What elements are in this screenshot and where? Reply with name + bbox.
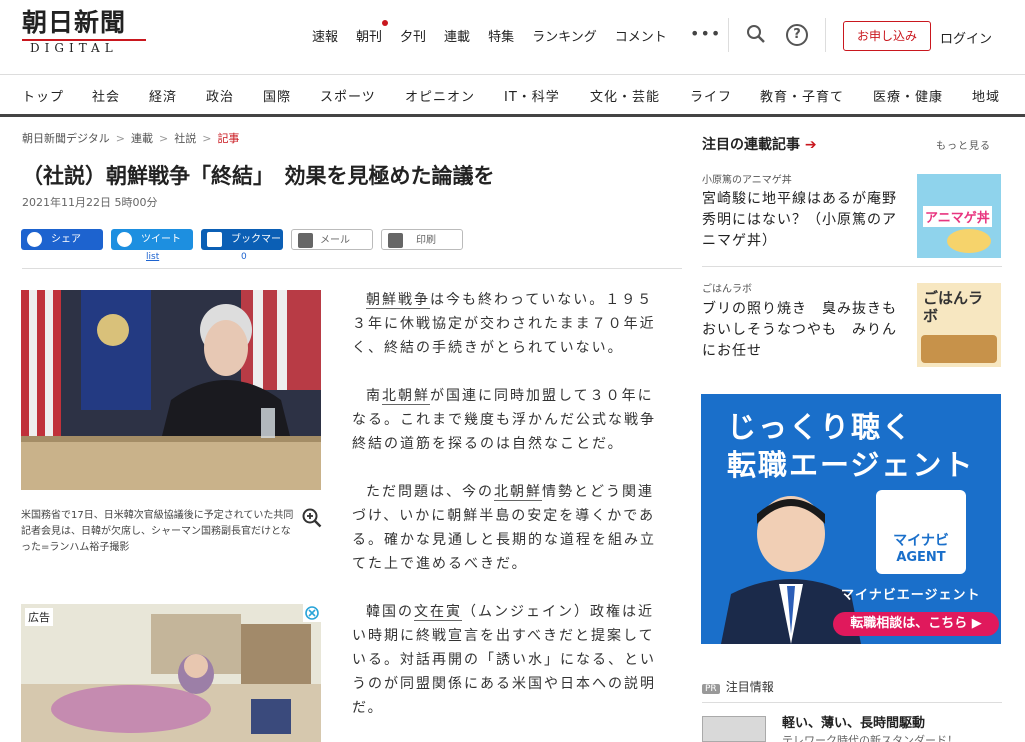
nav-features[interactable]: 特集	[488, 26, 514, 45]
cat-life[interactable]: ライフ	[690, 86, 732, 105]
facebook-icon	[27, 232, 42, 247]
category-nav: トップ 社会 経済 政治 国際 スポーツ オピニオン IT・科学 文化・芸能 ラ…	[0, 74, 1025, 117]
article-body: 朝鮮戦争は今も終わっていない。１９５３年に休戦協定が交わされたまま７０年近く、終…	[352, 288, 657, 742]
arrow-right-icon: ➔	[804, 137, 817, 153]
right-ad[interactable]: じっくり聴く 転職エージェント マイナビ AGENT マイナビエージェント 転職…	[701, 394, 1001, 644]
cat-society[interactable]: 社会	[92, 86, 120, 105]
thumb-art	[921, 335, 997, 363]
crumb-editorial[interactable]: 社説	[174, 132, 196, 145]
series-label: 小原篤のアニマゲ丼	[702, 175, 792, 186]
facebook-share-button[interactable]: シェア	[21, 229, 103, 250]
series-label: ごはんラボ	[702, 284, 752, 295]
photo-caption: 米国務省で17日、日米韓次官級協議後に予定されていた共同記者会見は、日韓が欠席し…	[21, 510, 294, 553]
article-paragraph: 韓国の文在寅（ムンジェイン）政権は近い時期に終戦宣言を出すべきだと提案している。…	[352, 604, 656, 716]
photo-illustration	[21, 290, 321, 490]
cat-politics[interactable]: 政治	[206, 86, 234, 105]
article-paragraph: 朝鮮戦争は今も終わっていない。１９５３年に休戦協定が交わされたまま７０年近く、終…	[352, 292, 656, 356]
hatena-bookmark-button[interactable]: ブックマーク	[201, 229, 283, 266]
crumb-series[interactable]: 連載	[131, 132, 153, 145]
cat-local[interactable]: 地域	[972, 86, 1000, 105]
site-header: 朝日新聞 DIGITAL 速報 朝刊 夕刊 連載 特集 ランキング コメント •…	[0, 0, 1025, 74]
thumb-art	[947, 229, 991, 253]
series-thumb[interactable]: アニマゲ丼	[917, 174, 1001, 258]
divider	[825, 18, 826, 52]
login-link[interactable]: ログイン	[940, 28, 992, 47]
series-item-title[interactable]: ブリの照り焼き 臭み抜きもおいしそうなつやも みりんにお任せ	[702, 299, 907, 362]
twitter-share-button[interactable]: ツイート	[111, 229, 193, 250]
series-thumb[interactable]: ごはんラボ	[917, 283, 1001, 367]
ad-cta-button[interactable]: 転職相談は、こちら ▶	[833, 612, 999, 636]
pr-thumb[interactable]	[702, 716, 766, 742]
breadcrumb: 朝日新聞デジタル > 連載 > 社説 > 記事	[22, 132, 240, 145]
article-date: 2021年11月22日 5時00分	[22, 196, 158, 209]
ad-illustration	[21, 604, 321, 742]
adchoices-icon[interactable]	[303, 604, 321, 622]
search-icon[interactable]	[746, 24, 766, 44]
pr-subtitle: テレワーク時代の新スタンダード！	[782, 734, 958, 742]
cat-it-science[interactable]: IT・科学	[504, 86, 560, 105]
twitter-count[interactable]: list	[146, 252, 159, 262]
print-button[interactable]: 印刷	[381, 229, 463, 250]
article-photo[interactable]	[21, 290, 321, 490]
term-link[interactable]: 朝鮮戦争	[366, 292, 430, 309]
article-paragraph: ただ問題は、今の北朝鮮情勢とどう関連づけ、いかに朝鮮半島の安定を導くかである。確…	[352, 484, 656, 572]
nav-series[interactable]: 連載	[444, 26, 470, 45]
divider	[702, 266, 1002, 267]
divider	[728, 18, 729, 52]
crumb-current: 記事	[217, 132, 240, 145]
nav-ranking[interactable]: ランキング	[532, 26, 597, 45]
nav-comments[interactable]: コメント	[615, 26, 667, 45]
cat-opinion[interactable]: オピニオン	[405, 86, 475, 105]
help-icon[interactable]: ?	[786, 24, 808, 46]
article-paragraph: 南北朝鮮が国連に同時加盟して３０年になる。これまで幾度も浮かんだ公式な戦争終結の…	[352, 388, 656, 452]
cat-economy[interactable]: 経済	[149, 86, 177, 105]
mail-icon	[298, 233, 313, 248]
left-ad[interactable]: 広告	[21, 604, 321, 742]
cat-international[interactable]: 国際	[263, 86, 291, 105]
cat-health[interactable]: 医療・健康	[873, 86, 943, 105]
new-dot-icon	[382, 20, 389, 26]
article-title: （社説）朝鮮戦争「終結」 効果を見極めた論議を	[22, 164, 495, 188]
nav-morning[interactable]: 朝刊	[356, 20, 389, 45]
featured-series-heading[interactable]: 注目の連載記事 ➔	[702, 134, 817, 154]
ad-label: 広告	[25, 608, 53, 626]
mynavi-logo: マイナビ AGENT	[876, 490, 966, 574]
print-icon	[388, 233, 403, 248]
term-link[interactable]: 北朝鮮	[382, 388, 430, 405]
divider	[22, 268, 682, 269]
nav-evening[interactable]: 夕刊	[400, 26, 426, 45]
top-nav: 速報 朝刊 夕刊 連載 特集 ランキング コメント	[312, 20, 685, 45]
term-link[interactable]: 文在寅	[414, 604, 462, 621]
term-link[interactable]: 北朝鮮	[494, 484, 542, 501]
cat-culture[interactable]: 文化・芸能	[590, 86, 660, 105]
hatena-count[interactable]: 0	[241, 252, 247, 262]
crumb-home[interactable]: 朝日新聞デジタル	[22, 132, 110, 145]
pr-badge: PR	[702, 684, 720, 694]
nav-breaking[interactable]: 速報	[312, 26, 338, 45]
series-item-title[interactable]: 宮崎駿に地平線はあるが庵野秀明にはない？（小原篤のアニマゲ丼）	[702, 189, 907, 252]
cat-sports[interactable]: スポーツ	[320, 86, 376, 105]
subscribe-button[interactable]: お申し込み	[843, 21, 931, 51]
cat-education[interactable]: 教育・子育て	[760, 86, 844, 105]
site-logo[interactable]: 朝日新聞 DIGITAL	[22, 8, 152, 56]
zoom-icon[interactable]	[302, 508, 322, 528]
cat-top[interactable]: トップ	[22, 86, 64, 105]
see-more-link[interactable]: もっと見る	[936, 137, 991, 152]
hatena-icon	[207, 232, 222, 247]
more-menu-icon[interactable]: •••	[690, 24, 721, 43]
mail-button[interactable]: メール	[291, 229, 373, 250]
twitter-icon	[117, 232, 132, 247]
pr-title[interactable]: 軽い、薄い、長時間駆動	[782, 712, 925, 731]
divider	[702, 702, 1002, 703]
pr-heading: PR 注目情報	[702, 678, 774, 695]
